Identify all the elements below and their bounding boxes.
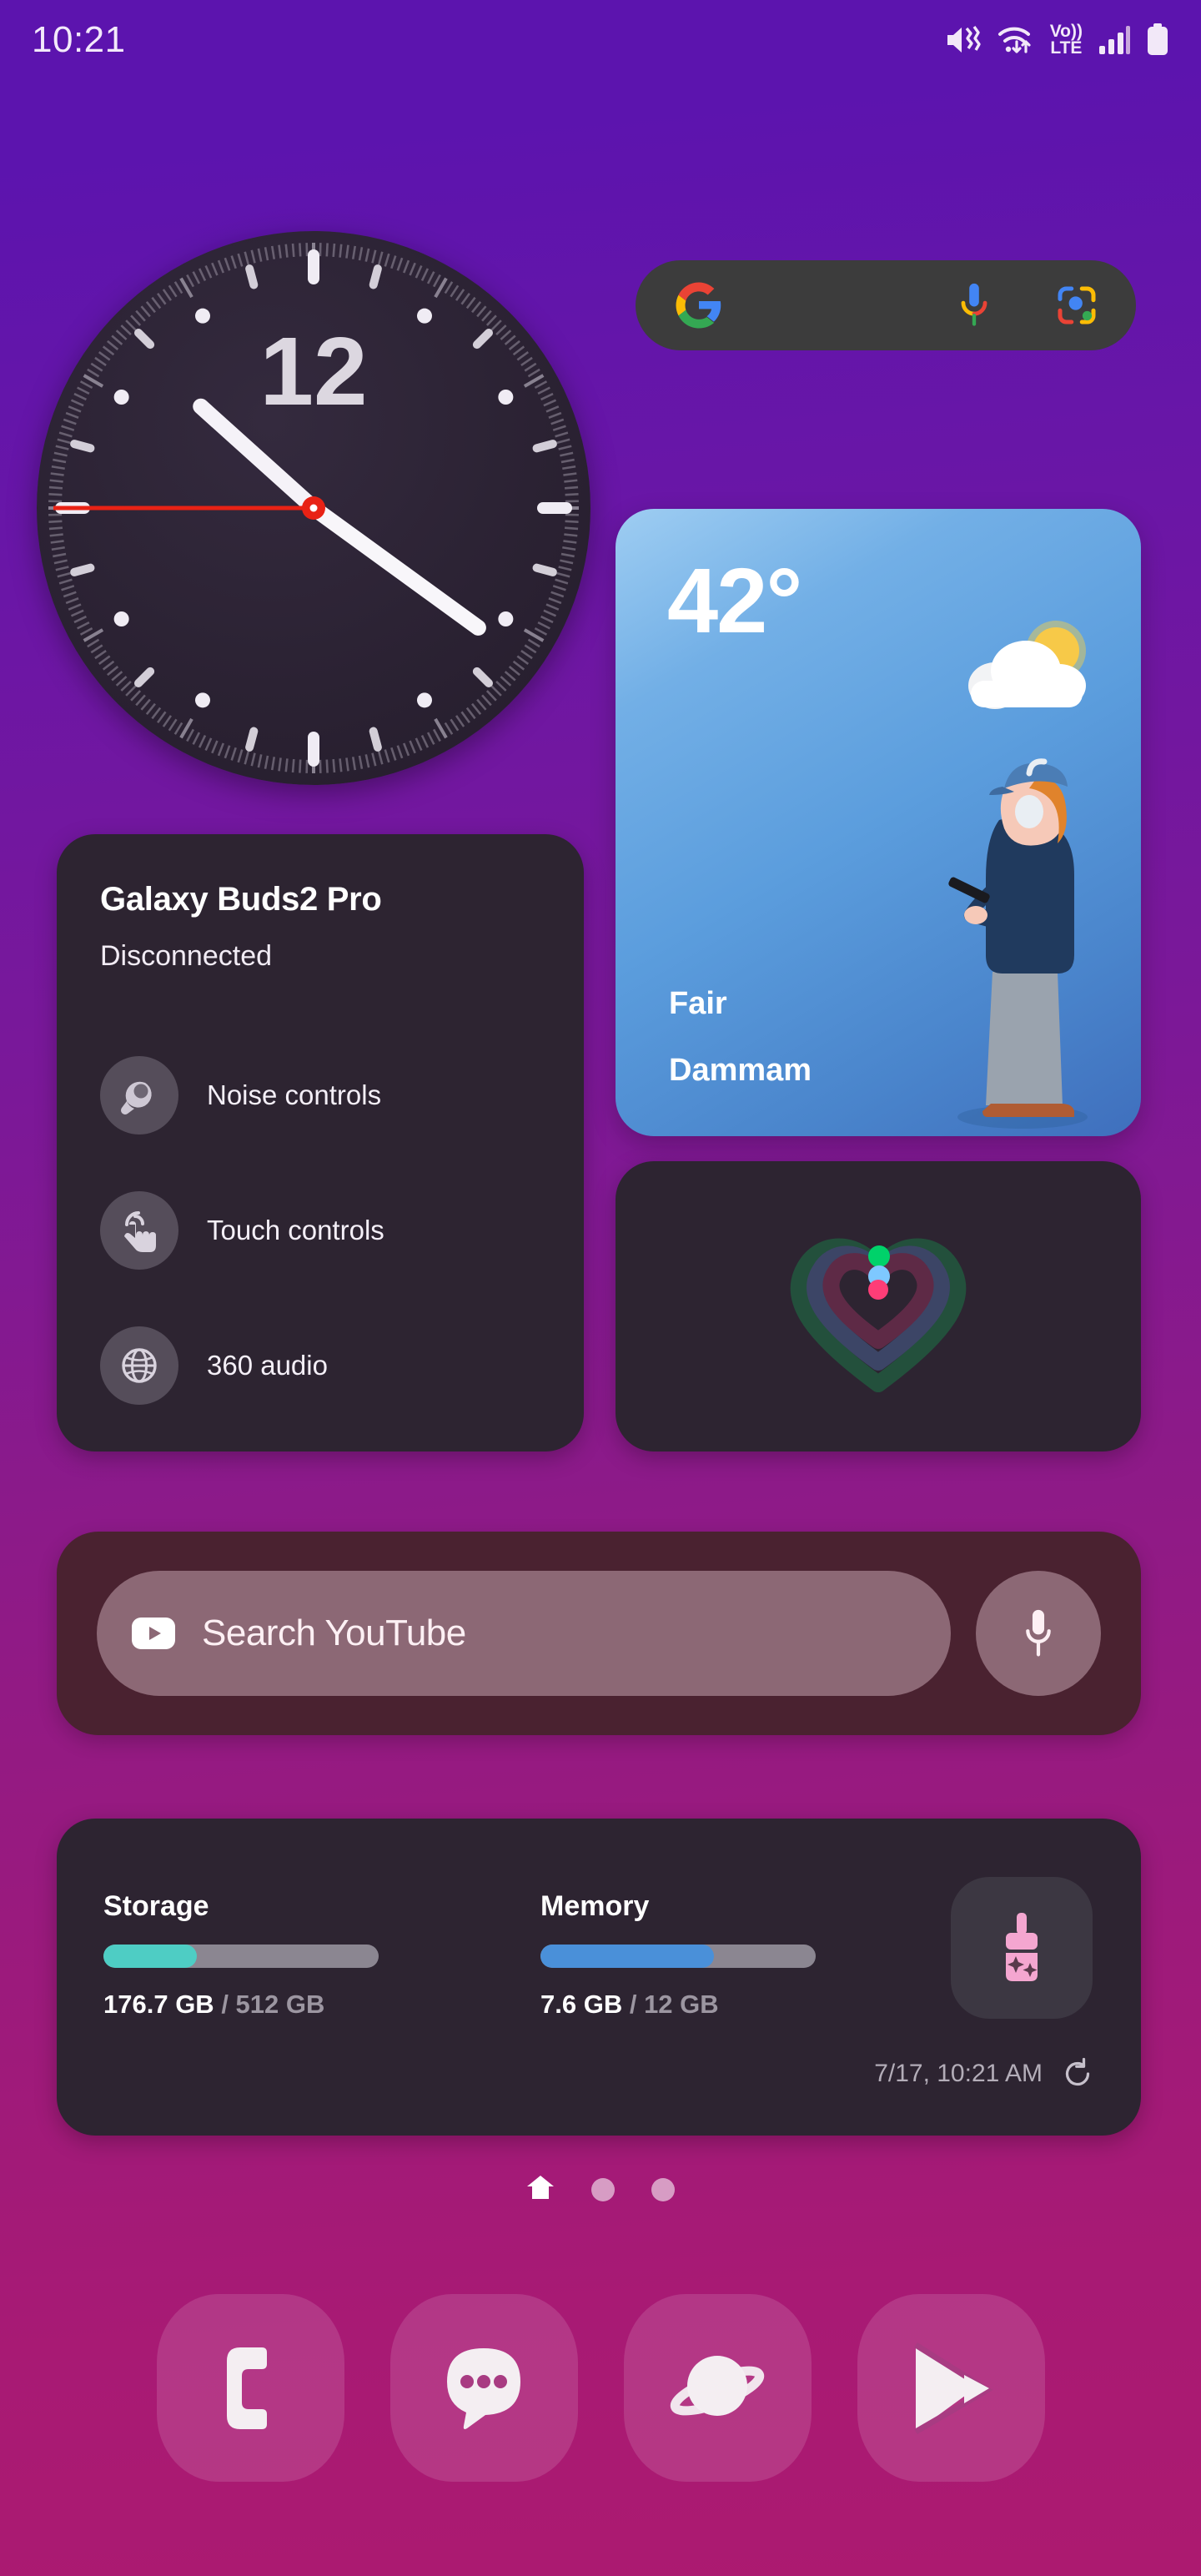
touch-hand-icon xyxy=(100,1191,178,1270)
play-store-icon[interactable] xyxy=(857,2294,1045,2482)
youtube-search-input[interactable]: Search YouTube xyxy=(97,1571,951,1696)
weather-widget[interactable]: 42° Fair Dammam xyxy=(616,509,1141,1136)
device-care-widget[interactable]: Storage 176.7 GB / 512 GB Memory 7.6 GB … xyxy=(57,1819,1141,2136)
clock-widget[interactable]: 12 xyxy=(37,231,590,785)
weather-condition: Fair xyxy=(669,986,727,1021)
youtube-search-placeholder: Search YouTube xyxy=(202,1613,466,1653)
sun-behind-cloud-icon xyxy=(968,621,1086,709)
buds-control-360audio[interactable]: 360 audio xyxy=(100,1326,540,1405)
buds-connection-status: Disconnected xyxy=(100,940,273,972)
page-dot-2[interactable] xyxy=(591,2177,615,2201)
clock-12-label: 12 xyxy=(259,317,367,425)
buds-control-list: Noise controls Touch controls 360 audio xyxy=(100,1056,540,1405)
status-bar: 10:21 Vo)) LTE xyxy=(0,0,1201,79)
dock xyxy=(0,2294,1201,2482)
storage-last-updated[interactable]: 7/17, 10:21 AM xyxy=(874,2057,1094,2090)
microphone-icon[interactable] xyxy=(956,281,992,330)
status-bar-icons: Vo)) LTE xyxy=(945,23,1169,57)
memory-total: / 12 GB xyxy=(629,1990,719,2019)
clock-dial: 12 xyxy=(48,243,579,773)
storage-progress-fill xyxy=(103,1945,198,1968)
google-search-bar[interactable] xyxy=(636,260,1136,350)
globe-360-icon xyxy=(100,1326,178,1405)
dock-item-internet[interactable] xyxy=(623,2294,812,2482)
storage-used: 176.7 GB xyxy=(103,1990,214,2019)
volte-label-bottom: LTE xyxy=(1050,38,1083,58)
memory-progress-fill xyxy=(540,1945,714,1968)
youtube-play-icon xyxy=(132,1618,175,1649)
last-updated-text: 7/17, 10:21 AM xyxy=(874,2060,1043,2087)
volte-icon: Vo)) LTE xyxy=(1049,22,1083,58)
storage-total: / 512 GB xyxy=(221,1990,325,2019)
storage-meter[interactable]: Storage 176.7 GB / 512 GB xyxy=(103,1890,379,2020)
earbud-icon xyxy=(100,1056,178,1135)
memory-values: 7.6 GB / 12 GB xyxy=(540,1990,816,2020)
microphone-icon xyxy=(1026,1609,1051,1657)
mute-vibrate-icon xyxy=(947,25,981,53)
buds-control-label: 360 audio xyxy=(207,1350,328,1381)
dock-item-messages[interactable] xyxy=(389,2294,578,2482)
buds-control-noise[interactable]: Noise controls xyxy=(100,1056,540,1135)
activity-heart-rings xyxy=(790,1238,967,1392)
status-bar-clock: 10:21 xyxy=(32,18,126,60)
dock-item-play-store[interactable] xyxy=(857,2294,1045,2482)
clean-now-button[interactable] xyxy=(951,1877,1093,2019)
buds-control-label: Touch controls xyxy=(207,1215,384,1245)
page-dot-3[interactable] xyxy=(651,2177,675,2201)
weather-temperature: 42° xyxy=(667,550,802,652)
memory-used: 7.6 GB xyxy=(540,1990,623,2019)
buds-title: Galaxy Buds2 Pro xyxy=(100,881,382,918)
message-bubble-icon[interactable] xyxy=(389,2294,578,2482)
battery-icon xyxy=(1148,23,1168,55)
phone-icon[interactable] xyxy=(156,2294,344,2482)
storage-progress-track xyxy=(103,1945,379,1968)
health-activity-widget[interactable] xyxy=(616,1161,1141,1452)
weather-city: Dammam xyxy=(669,1053,812,1088)
memory-progress-track xyxy=(540,1945,816,1968)
buds-control-touch[interactable]: Touch controls xyxy=(100,1191,540,1270)
memory-label: Memory xyxy=(540,1890,650,1922)
google-lens-icon[interactable] xyxy=(1056,284,1098,326)
storage-values: 176.7 GB / 512 GB xyxy=(103,1990,379,2020)
planet-browser-icon[interactable] xyxy=(623,2294,812,2482)
broom-clean-icon xyxy=(1006,1913,1038,1981)
dock-item-phone[interactable] xyxy=(156,2294,344,2482)
memory-meter[interactable]: Memory 7.6 GB / 12 GB xyxy=(540,1890,816,2020)
buds-control-label: Noise controls xyxy=(207,1079,382,1110)
youtube-search-widget[interactable]: Search YouTube xyxy=(57,1532,1141,1735)
youtube-voice-search-button[interactable] xyxy=(976,1571,1101,1696)
volte-label-top: Vo)) xyxy=(1049,22,1083,42)
person-with-phone-illustration xyxy=(948,758,1088,1129)
page-indicator xyxy=(0,2174,1201,2205)
google-g-icon[interactable] xyxy=(674,280,724,330)
storage-label: Storage xyxy=(103,1890,209,1922)
refresh-icon[interactable] xyxy=(1061,2057,1094,2090)
home-icon[interactable] xyxy=(526,2174,555,2205)
signal-bars-icon xyxy=(1099,25,1130,54)
galaxy-buds-widget[interactable]: Galaxy Buds2 Pro Disconnected Noise cont… xyxy=(57,834,584,1452)
wifi-data-icon xyxy=(997,27,1031,53)
